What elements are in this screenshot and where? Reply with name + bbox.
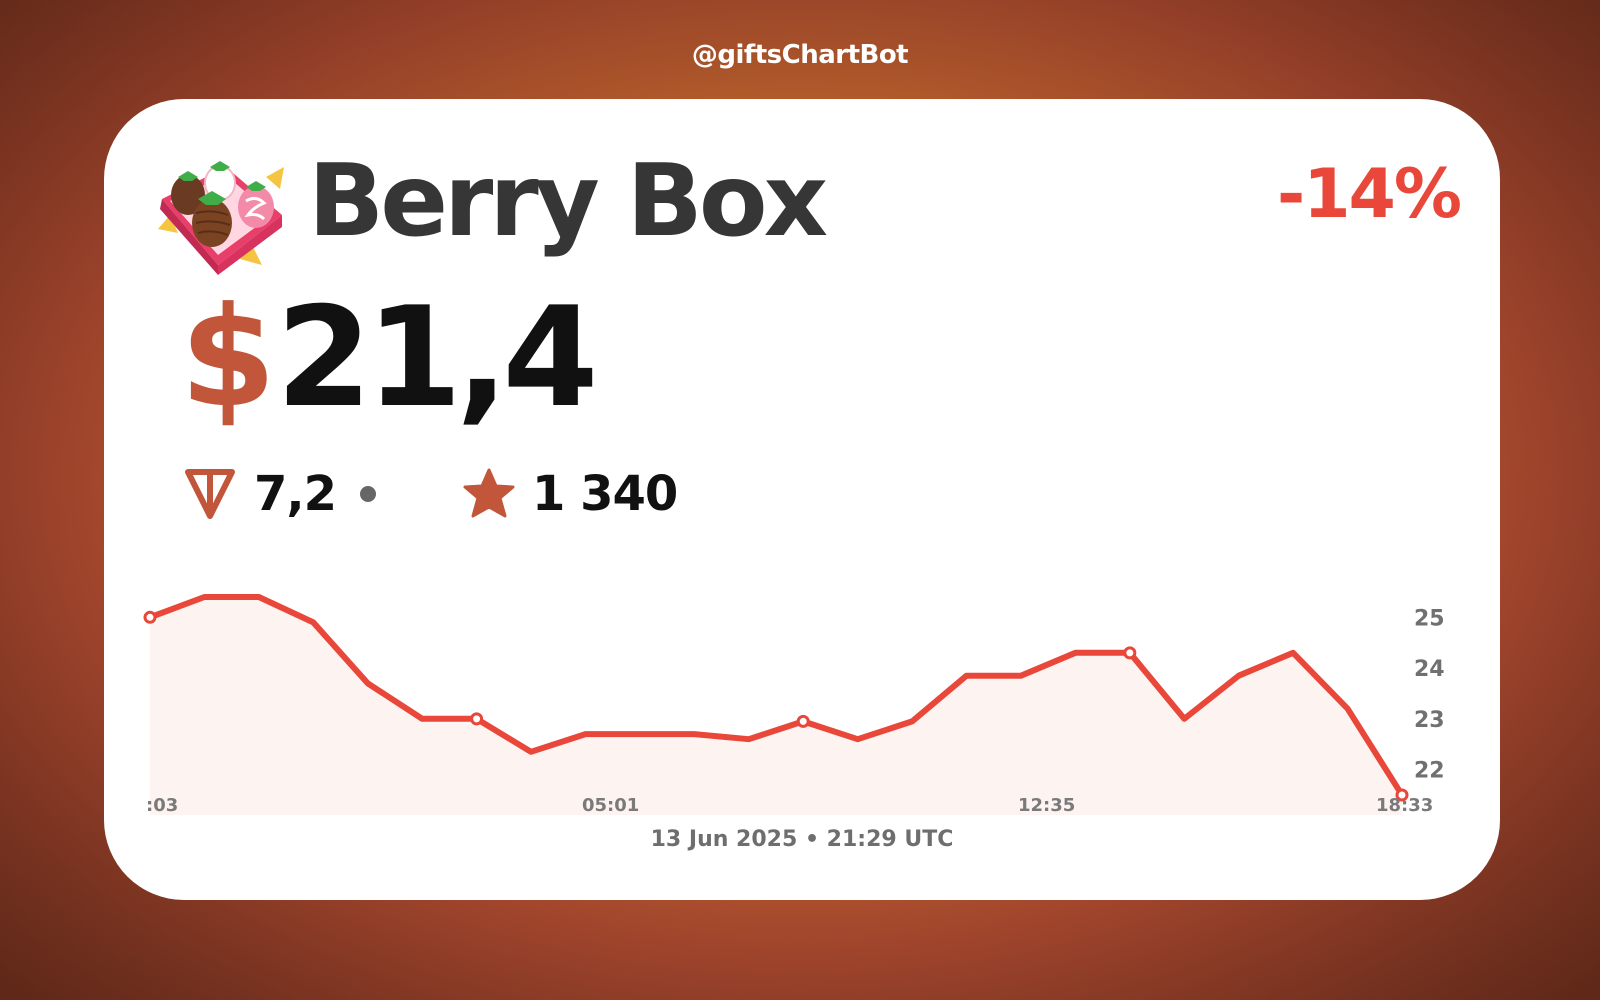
y-tick-label: 23 bbox=[1414, 708, 1445, 733]
y-tick-label: 22 bbox=[1414, 759, 1445, 784]
x-tick-label: 18:33 bbox=[1376, 795, 1433, 816]
timestamp: 13 Jun 2025 • 21:29 UTC bbox=[650, 827, 954, 852]
chart-marker bbox=[143, 610, 157, 624]
x-tick-label: :03 bbox=[146, 795, 178, 816]
chart-marker bbox=[796, 714, 810, 728]
price-area-fill bbox=[150, 597, 1402, 815]
y-tick-label: 24 bbox=[1414, 657, 1445, 682]
chart-marker bbox=[470, 712, 484, 726]
bot-handle: @giftsChartBot bbox=[691, 40, 909, 70]
y-tick-label: 25 bbox=[1414, 606, 1445, 631]
y-axis-ticks: 25 24 23 22 bbox=[1414, 606, 1445, 783]
price-history-chart: 25 24 23 22 :03 05:01 12:35 18:33 bbox=[143, 594, 1445, 816]
x-tick-label: 12:35 bbox=[1018, 795, 1075, 816]
x-tick-label: 05:01 bbox=[582, 795, 639, 816]
chart-marker bbox=[1123, 646, 1137, 660]
gift-card: Berry Box -14% $21,4 7,2 1 340 25 24 23 22 … bbox=[104, 99, 1500, 900]
